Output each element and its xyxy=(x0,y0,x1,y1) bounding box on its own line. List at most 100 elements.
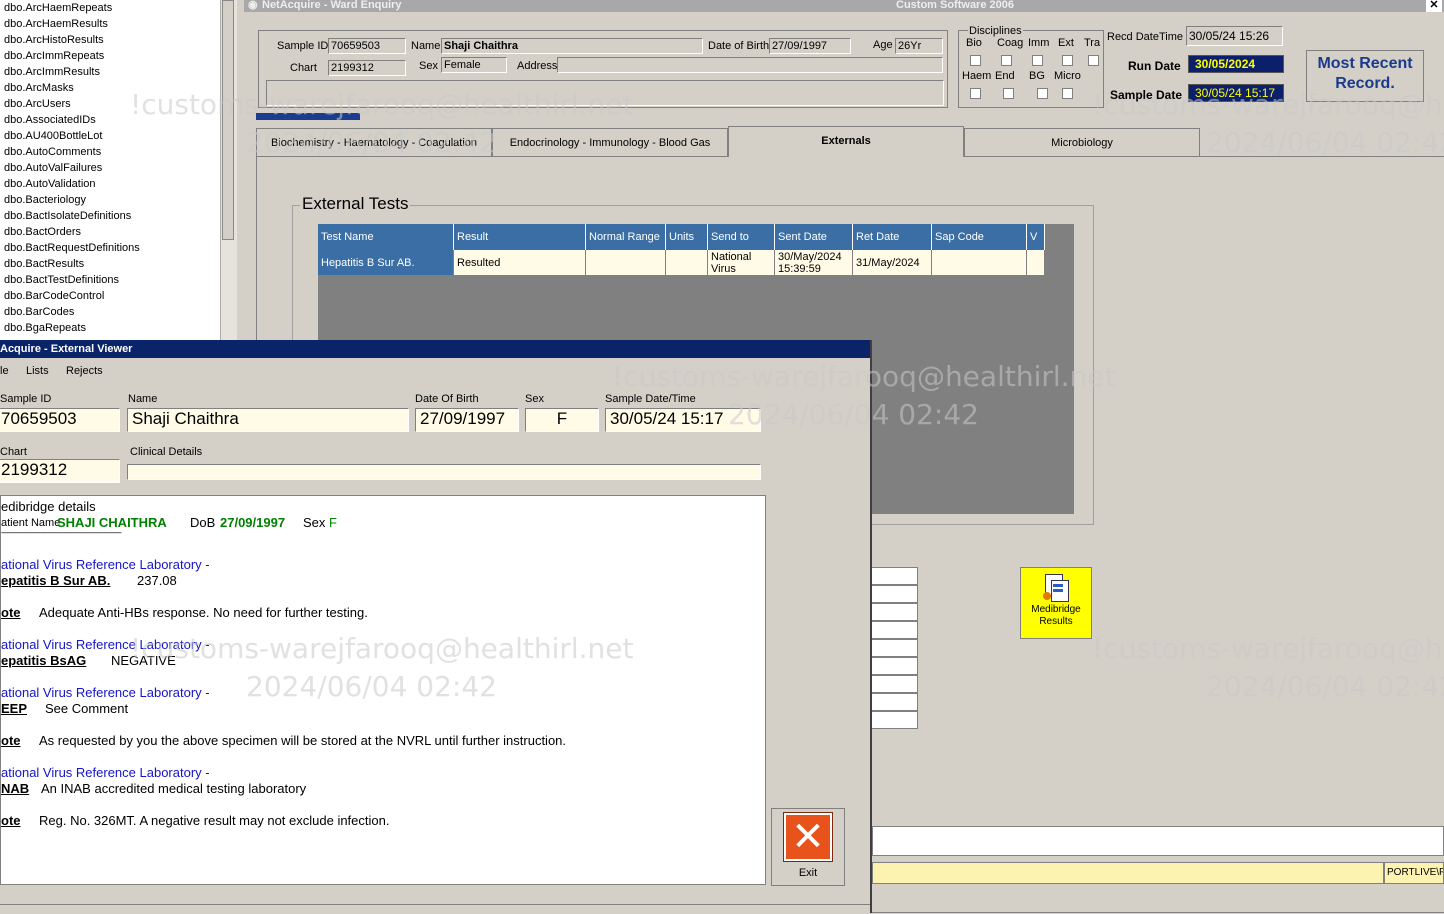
tree-item[interactable]: dbo.BarCodes xyxy=(0,304,236,320)
sex-field[interactable]: Female xyxy=(441,57,507,73)
grid-column-header[interactable]: Test Name xyxy=(318,224,454,250)
bottom-input-field[interactable] xyxy=(872,826,1444,856)
medibridge-results-button[interactable]: Medibridge Results xyxy=(1020,567,1092,639)
status-bar-main xyxy=(872,862,1384,884)
chart-field[interactable]: 2199312 xyxy=(328,60,406,76)
tree-item[interactable]: dbo.Bacteriology xyxy=(0,192,236,208)
recd-datetime-field[interactable]: 30/05/24 15:26 xyxy=(1186,26,1283,46)
report-value-1: 237.08 xyxy=(137,573,177,588)
side-table-row[interactable] xyxy=(870,603,918,621)
v-clinical-field[interactable] xyxy=(127,464,761,480)
discipline-label: BG xyxy=(1029,70,1045,82)
side-table-row[interactable] xyxy=(870,711,918,729)
side-table-row[interactable] xyxy=(870,567,918,585)
tree-item[interactable]: dbo.BactIsolateDefinitions xyxy=(0,208,236,224)
grid-column-header[interactable]: Result xyxy=(454,224,586,250)
discipline-checkbox[interactable] xyxy=(970,55,981,66)
tree-item[interactable]: dbo.BactRequestDefinitions xyxy=(0,240,236,256)
tab-endocrinology[interactable]: Endocrinology - Immunology - Blood Gas xyxy=(492,128,728,156)
tree-item[interactable]: dbo.ArcMasks xyxy=(0,80,236,96)
tree-item[interactable]: dbo.AutoComments xyxy=(0,144,236,160)
v-dob-label: Date Of Birth xyxy=(415,393,479,405)
tree-item[interactable]: dbo.BactResults xyxy=(0,256,236,272)
menu-item[interactable]: Lists xyxy=(26,365,49,377)
report-test-2: epatitis BsAG xyxy=(1,653,87,668)
tree-item[interactable]: dbo.ArcHistoResults xyxy=(0,32,236,48)
side-table-row[interactable] xyxy=(870,585,918,603)
tree-item[interactable]: dbo.ArcImmRepeats xyxy=(0,48,236,64)
v-name-field[interactable]: Shaji Chaithra xyxy=(127,408,409,432)
grid-column-header[interactable]: Send to xyxy=(708,224,775,250)
menu-item[interactable]: Rejects xyxy=(66,365,103,377)
run-date-field[interactable]: 30/05/2024 xyxy=(1188,55,1284,73)
discipline-label: Imm xyxy=(1028,37,1050,49)
grid-cell[interactable]: National Virus xyxy=(708,250,775,276)
watermark-text: !customs-warejfarooq@healthirl.net xyxy=(1092,632,1444,665)
discipline-checkbox[interactable] xyxy=(1032,55,1043,66)
exit-button[interactable]: ✕ Exit xyxy=(771,808,845,886)
grid-column-header[interactable]: Normal Range xyxy=(586,224,666,250)
tree-item[interactable]: dbo.AssociatedIDs xyxy=(0,112,236,128)
discipline-checkbox[interactable] xyxy=(970,88,981,99)
tab-externals[interactable]: Externals xyxy=(728,126,964,157)
grid-cell[interactable]: 30/May/2024 15:39:59 xyxy=(775,250,853,276)
report-test-3: EEP xyxy=(1,701,28,716)
grid-cell[interactable] xyxy=(586,250,666,276)
tree-scroll-thumb[interactable] xyxy=(222,0,234,240)
tab-biochemistry[interactable]: Biochemistry - Haematology - Coagulation xyxy=(256,128,492,156)
discipline-checkbox[interactable] xyxy=(1062,88,1073,99)
watermark-text: !customs-warejfarooq@healthirl.net xyxy=(1092,88,1444,121)
tree-item[interactable]: dbo.ArcHaemRepeats xyxy=(0,0,236,16)
discipline-checkbox[interactable] xyxy=(1003,88,1014,99)
report-value-4: An INAB accredited medical testing labor… xyxy=(41,781,307,796)
discipline-checkbox[interactable] xyxy=(1062,55,1073,66)
age-field[interactable]: 26Yr xyxy=(895,38,943,54)
medibridge-report-text[interactable]: edibridge details atient Name SHAJI CHAI… xyxy=(0,495,766,885)
report-sex: F xyxy=(329,515,337,530)
tree-item[interactable]: dbo.ArcUsers xyxy=(0,96,236,112)
grid-cell[interactable]: Hepatitis B Sur AB. xyxy=(318,250,454,276)
tree-item[interactable]: dbo.ArcImmResults xyxy=(0,64,236,80)
v-chart-field[interactable]: 2199312 xyxy=(0,459,120,483)
menu-item[interactable]: le xyxy=(0,365,9,377)
grid-cell[interactable] xyxy=(666,250,708,276)
v-sex-field[interactable]: F xyxy=(525,408,599,432)
grid-cell[interactable] xyxy=(1027,250,1045,276)
exit-x-icon: ✕ xyxy=(784,813,832,861)
close-icon[interactable]: ✕ xyxy=(1426,0,1442,12)
grid-cell[interactable] xyxy=(932,250,1027,276)
side-table-row[interactable] xyxy=(870,657,918,675)
v-dob-field[interactable]: 27/09/1997 xyxy=(415,408,519,432)
grid-column-header[interactable]: Sent Date xyxy=(775,224,853,250)
grid-column-header[interactable]: Sap Code xyxy=(932,224,1027,250)
discipline-checkbox[interactable] xyxy=(1037,88,1048,99)
grid-cell[interactable]: Resulted xyxy=(454,250,586,276)
tree-item[interactable]: dbo.BarCodeControl xyxy=(0,288,236,304)
v-sample-id-field[interactable]: 70659503 xyxy=(0,408,120,432)
address-field[interactable] xyxy=(557,57,943,73)
side-table-row[interactable] xyxy=(870,621,918,639)
tree-item[interactable]: dbo.AU400BottleLot xyxy=(0,128,236,144)
tree-item[interactable]: dbo.BactTestDefinitions xyxy=(0,272,236,288)
progress-bar xyxy=(256,113,360,120)
v-sample-dt-field[interactable]: 30/05/24 15:17 xyxy=(605,408,761,432)
discipline-checkbox[interactable] xyxy=(1001,55,1012,66)
side-table-row[interactable] xyxy=(870,639,918,657)
ward-title-bar: ◉ NetAcquire - Ward Enquiry Custom Softw… xyxy=(244,0,1444,12)
grid-column-header[interactable]: V xyxy=(1027,224,1045,250)
name-field[interactable]: Shaji Chaithra xyxy=(441,38,703,54)
address-line-2[interactable] xyxy=(266,80,944,106)
tree-item[interactable]: dbo.BgaRepeats xyxy=(0,320,236,336)
grid-column-header[interactable]: Units xyxy=(666,224,708,250)
side-table-row[interactable] xyxy=(870,675,918,693)
grid-cell[interactable]: 31/May/2024 xyxy=(853,250,932,276)
tree-item[interactable]: dbo.AutoValFailures xyxy=(0,160,236,176)
tree-item[interactable]: dbo.ArcHaemResults xyxy=(0,16,236,32)
side-table-row[interactable] xyxy=(870,693,918,711)
discipline-checkbox[interactable] xyxy=(1088,55,1099,66)
grid-column-header[interactable]: Ret Date xyxy=(853,224,932,250)
dob-field[interactable]: 27/09/1997 xyxy=(769,38,851,54)
tree-item[interactable]: dbo.AutoValidation xyxy=(0,176,236,192)
sample-id-field[interactable]: 70659503 xyxy=(328,38,406,54)
tree-item[interactable]: dbo.BactOrders xyxy=(0,224,236,240)
